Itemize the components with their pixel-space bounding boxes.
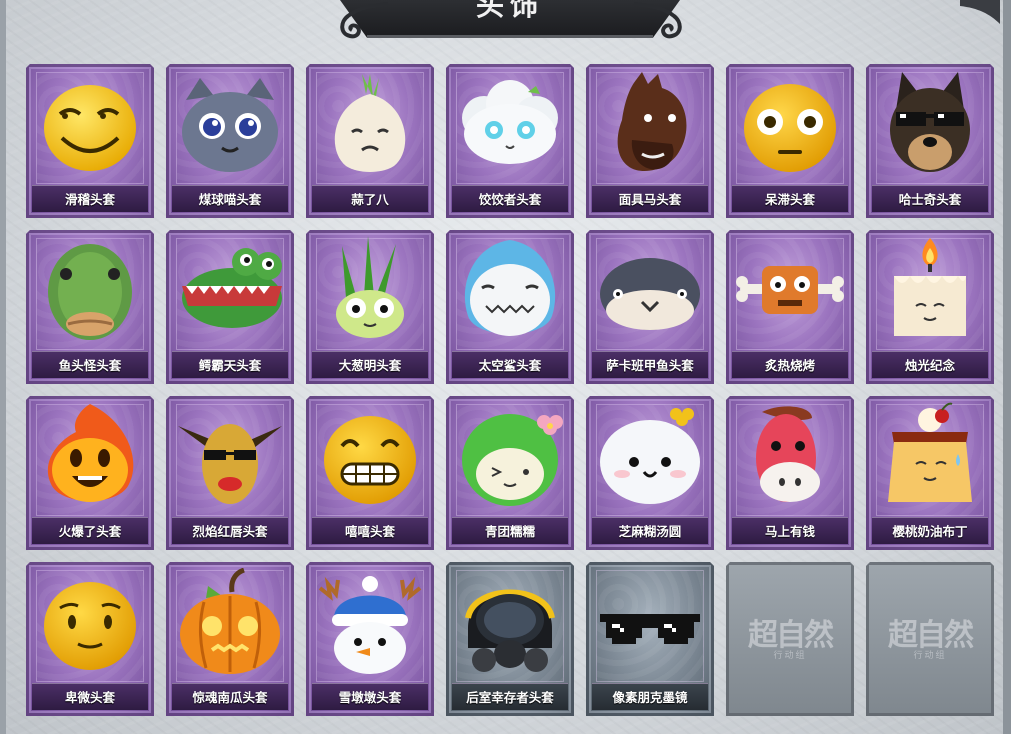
headwear-name: 马上有钱 [764, 524, 815, 539]
headwear-name: 烈焰红唇头套 [192, 524, 268, 539]
cloud-dumpling-mask-icon [462, 80, 558, 164]
headwear-card[interactable]: 卑微头套 [26, 562, 154, 716]
headwear-card[interactable]: 炙热烧烤 [726, 230, 854, 384]
fire-spirit-mask-icon [47, 404, 134, 502]
headwear-card[interactable]: 哈士奇头套 [866, 64, 994, 218]
horse-mask-icon [617, 72, 687, 172]
locked-slot[interactable]: 超自然 行动组 [866, 562, 994, 716]
headwear-card[interactable]: 烛光纪念 [866, 230, 994, 384]
headwear-name: 火爆了头套 [58, 524, 122, 539]
headwear-card[interactable]: 后室幸存者头套 [446, 562, 574, 716]
grinning-smiley-mask-icon [324, 416, 416, 504]
garlic-mask-icon [334, 74, 406, 172]
dazed-smiley-mask-icon [744, 84, 836, 172]
headwear-card[interactable]: 大葱明头套 [306, 230, 434, 384]
headwear-name: 樱桃奶油布丁 [892, 524, 968, 539]
headwear-card[interactable]: 鳄霸天头套 [166, 230, 294, 384]
barbecue-mask-icon [736, 266, 844, 314]
headwear-card[interactable]: 饺饺者头套 [446, 64, 574, 218]
headwear-name: 后室幸存者头套 [466, 690, 554, 705]
headwear-name: 太空鲨头套 [478, 358, 542, 373]
headwear-card[interactable]: 萨卡班甲鱼头套 [586, 230, 714, 384]
cherry-pudding-mask-icon [888, 402, 972, 502]
headwear-name: 鳄霸天头套 [198, 358, 262, 373]
headwear-card[interactable]: 呆滞头套 [726, 64, 854, 218]
scallion-mask-icon [336, 236, 404, 338]
headwear-card[interactable]: 樱桃奶油布丁 [866, 396, 994, 550]
headwear-card[interactable]: 太空鲨头套 [446, 230, 574, 384]
headwear-name: 饺饺者头套 [478, 192, 542, 207]
gas-mask-helmet-icon [465, 589, 555, 672]
headwear-card[interactable]: 蒜了八 [306, 64, 434, 218]
headwear-card[interactable]: 烈焰红唇头套 [166, 396, 294, 550]
headwear-name: 大葱明头套 [338, 358, 402, 373]
headwear-name: 滑稽头套 [64, 192, 115, 207]
sacabambaspis-mask-icon [600, 258, 700, 330]
red-horse-mask-icon [756, 406, 820, 502]
headwear-card[interactable]: 嘻嘻头套 [306, 396, 434, 550]
sesame-dumpling-mask-icon [600, 408, 700, 504]
headwear-card[interactable]: 煤球喵头套 [166, 64, 294, 218]
candle-mask-icon [894, 238, 966, 336]
fish-head-mask-icon [48, 244, 132, 340]
grey-cat-mask-icon [182, 78, 278, 172]
headwear-name: 芝麻糊汤圆 [618, 524, 682, 539]
headwear-name: 雪墩墩头套 [338, 690, 402, 705]
headwear-card[interactable]: 面具马头套 [586, 64, 714, 218]
headwear-name: 面具马头套 [618, 192, 682, 207]
headwear-name: 鱼头怪头套 [58, 358, 122, 373]
locked-game-subtitle: 行动组 [773, 651, 807, 661]
headwear-name: 哈士奇头套 [898, 192, 962, 207]
headwear-name: 煤球喵头套 [198, 192, 262, 207]
headwear-grid: 滑稽头套 煤球喵头套 蒜了八 饺饺者头套 面具马头套 呆滞头套 哈士奇头套鱼头怪头套 鳄霸天头… [0, 0, 1011, 734]
green-rice-ball-mask-icon [462, 414, 563, 506]
headwear-card[interactable]: 马上有钱 [726, 396, 854, 550]
headwear-card[interactable]: 青团糯糯 [446, 396, 574, 550]
crocodile-mask-icon [182, 248, 282, 328]
headwear-name: 炙热烧烤 [764, 358, 815, 373]
headwear-name: 烛光纪念 [904, 358, 955, 373]
locked-game-subtitle: 行动组 [913, 651, 947, 661]
headwear-card[interactable]: 火爆了头套 [26, 396, 154, 550]
headwear-card[interactable]: 芝麻糊汤圆 [586, 396, 714, 550]
headwear-name: 青团糯糯 [484, 524, 535, 539]
headwear-name: 像素朋克墨镜 [612, 690, 688, 705]
locked-slot[interactable]: 超自然 行动组 [726, 562, 854, 716]
headwear-name: 蒜了八 [351, 192, 389, 207]
snowman-mask-icon [318, 576, 422, 674]
headwear-card[interactable]: 像素朋克墨镜 [586, 562, 714, 716]
humble-smiley-mask-icon [44, 582, 136, 670]
headwear-card[interactable]: 鱼头怪头套 [26, 230, 154, 384]
headwear-card[interactable]: 惊魂南瓜头套 [166, 562, 294, 716]
husky-sunglasses-mask-icon [890, 72, 970, 172]
pumpkin-mask-icon [180, 568, 280, 674]
pixel-sunglasses-icon [600, 614, 700, 644]
headwear-name: 萨卡班甲鱼头套 [606, 358, 694, 373]
headwear-card[interactable]: 雪墩墩头套 [306, 562, 434, 716]
headwear-card[interactable]: 滑稽头套 [26, 64, 154, 218]
space-shark-mask-icon [464, 240, 556, 336]
headwear-name: 惊魂南瓜头套 [192, 690, 268, 705]
headwear-name: 呆滞头套 [764, 192, 815, 207]
headwear-name: 嘻嘻头套 [344, 524, 395, 539]
red-lips-pikachu-mask-icon [178, 424, 282, 504]
funny-smiley-mask-icon [44, 85, 136, 171]
headwear-name: 卑微头套 [64, 690, 115, 705]
